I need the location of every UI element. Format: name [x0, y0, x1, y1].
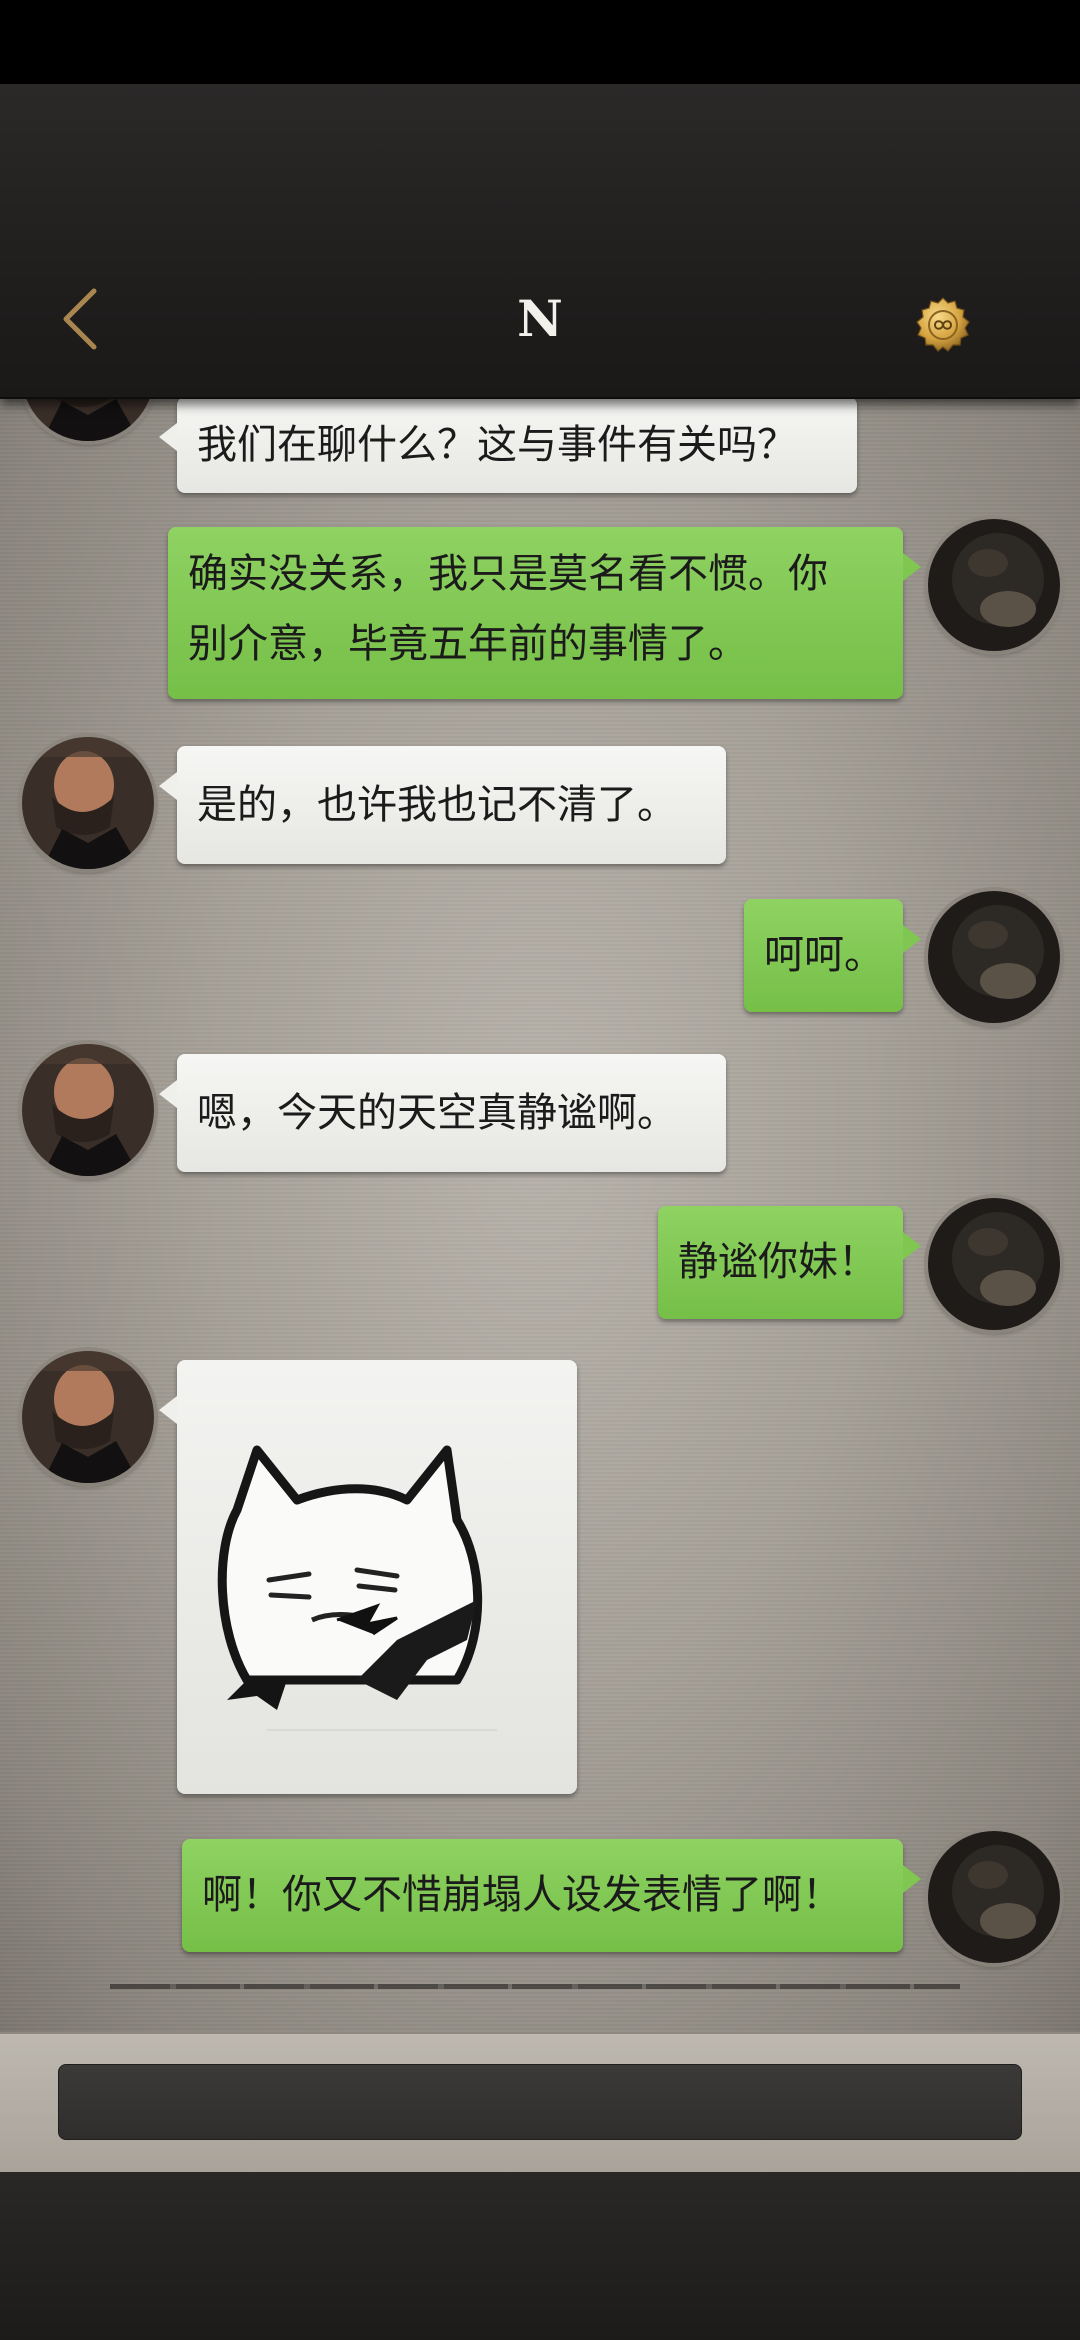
message-bubble-outgoing[interactable]: 静谧你妹！ — [658, 1206, 921, 1319]
contact-avatar[interactable] — [22, 1044, 154, 1176]
message-bubble-incoming[interactable]: 嗯，今天的天空真静谧啊。 — [159, 1054, 726, 1172]
contact-avatar-image — [22, 1044, 154, 1176]
user-avatar[interactable] — [928, 1198, 1060, 1330]
contact-avatar[interactable] — [22, 737, 154, 869]
message-text: 啊！你又不惜崩塌人设发表情了啊！ — [202, 1872, 842, 1918]
user-avatar-image — [928, 1198, 1060, 1330]
input-bar — [0, 2032, 1080, 2172]
message-bubble-incoming[interactable]: 我们在聊什么？这与事件有关吗？ — [159, 399, 857, 493]
message-bubble-outgoing[interactable]: 呵呵。 — [744, 899, 921, 1012]
status-bar — [0, 0, 1080, 84]
contact-avatar[interactable] — [22, 399, 154, 441]
contact-avatar-image — [22, 399, 154, 441]
contact-avatar-image — [22, 737, 154, 869]
user-avatar-image — [928, 519, 1060, 651]
contact-avatar[interactable] — [22, 1351, 154, 1483]
message-text-line-1: 确实没关系，我只是莫名看不惯。你 — [188, 551, 828, 597]
user-avatar[interactable] — [928, 1831, 1060, 1963]
cat-meme-sticker — [217, 1445, 497, 1731]
message-input[interactable] — [58, 2064, 1022, 2140]
chat-area[interactable]: 我们在聊什么？这与事件有关吗？ 确实没关系，我只是莫名看不惯。你 别介意，毕竟五… — [0, 399, 1080, 2032]
user-avatar-image — [928, 1831, 1060, 1963]
sticker-message[interactable] — [159, 1360, 577, 1794]
message-text: 嗯，今天的天空真静谧啊。 — [197, 1090, 677, 1136]
message-text-line-2: 别介意，毕竟五年前的事情了。 — [188, 621, 748, 667]
user-avatar[interactable] — [928, 519, 1060, 651]
message-bubble-outgoing[interactable]: 啊！你又不惜崩塌人设发表情了啊！ — [182, 1839, 921, 1952]
gold-coin-icon — [916, 297, 970, 352]
message-text: 是的，也许我也记不清了。 — [197, 782, 677, 828]
contact-avatar-image — [22, 1351, 154, 1483]
coin-button[interactable] — [914, 296, 972, 354]
message-bubble-outgoing[interactable]: 确实没关系，我只是莫名看不惯。你 别介意，毕竟五年前的事情了。 — [168, 527, 921, 699]
message-text: 静谧你妹！ — [678, 1239, 878, 1285]
bottom-bar — [0, 2172, 1080, 2340]
message-text: 我们在聊什么？这与事件有关吗？ — [197, 422, 797, 468]
message-text: 呵呵。 — [764, 932, 884, 978]
user-avatar-image — [928, 891, 1060, 1023]
divider — [110, 1984, 960, 1989]
message-bubble-incoming[interactable]: 是的，也许我也记不清了。 — [159, 746, 726, 864]
user-avatar[interactable] — [928, 891, 1060, 1023]
